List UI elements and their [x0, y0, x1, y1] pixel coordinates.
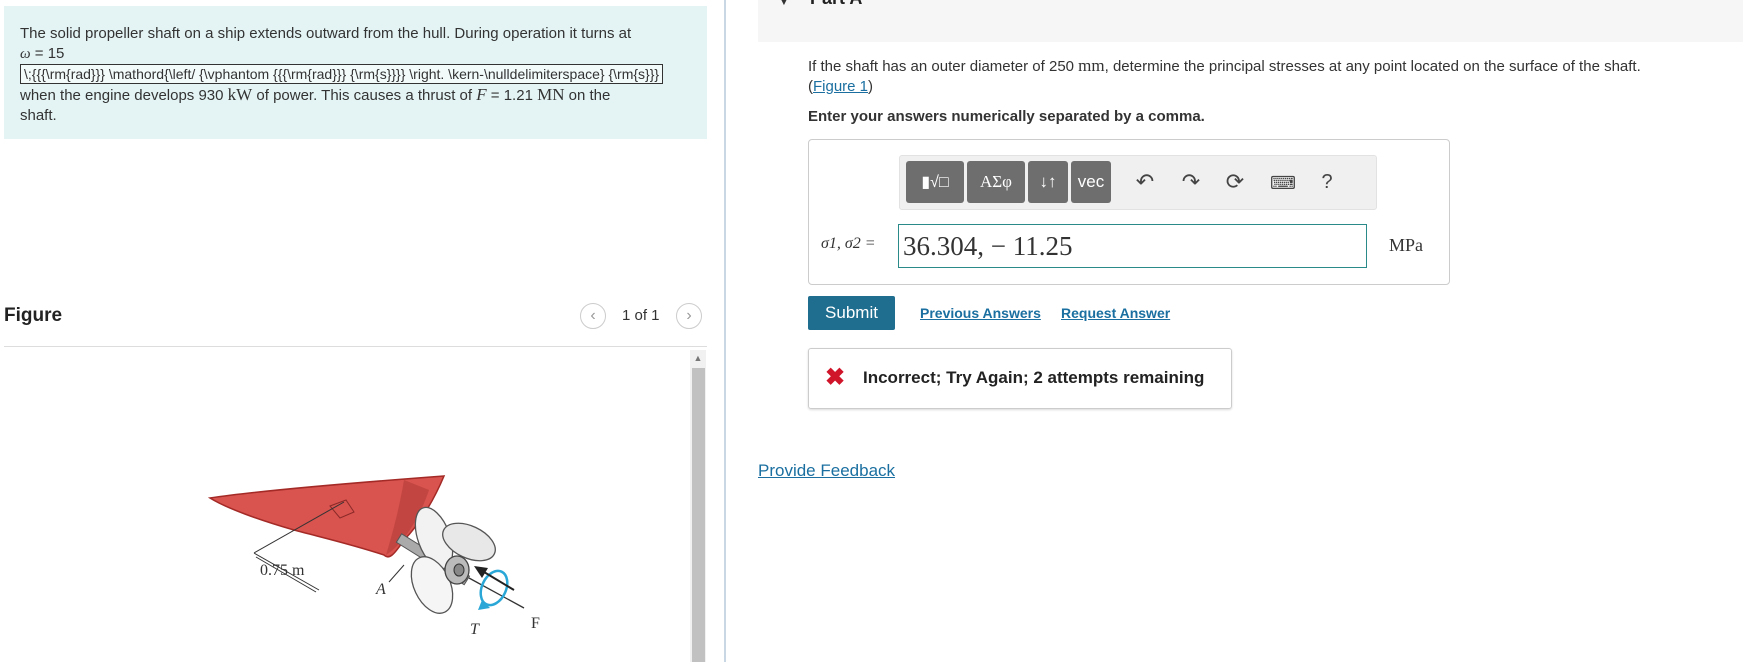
scroll-thumb[interactable]: [692, 368, 705, 662]
question-unit: mm: [1078, 56, 1105, 75]
reset-icon: ⟳: [1225, 169, 1245, 194]
figure-divider: [4, 346, 707, 347]
problem-line-latex: \;{{{\rm{rad}}} \mathord{\left/ {\vphant…: [20, 64, 691, 85]
keyboard-button[interactable]: ⌨: [1266, 164, 1300, 200]
symbols-button[interactable]: ΑΣφ: [967, 161, 1025, 203]
figure-image: 0.75 m A T F: [4, 350, 688, 662]
problem-line-3: when the engine develops 930 kW of power…: [20, 85, 611, 104]
submit-button[interactable]: Submit: [808, 296, 895, 330]
figure-pager-text: 1 of 1: [622, 307, 660, 324]
provide-feedback-link[interactable]: Provide Feedback: [758, 461, 895, 481]
undo-icon: ↶: [1135, 169, 1155, 194]
keyboard-icon: ⌨: [1270, 173, 1296, 193]
problem-line-4: shaft.: [20, 107, 57, 124]
problem-line-1: The solid propeller shaft on a ship exte…: [20, 25, 632, 42]
part-label: Part A: [810, 0, 862, 9]
pane-divider[interactable]: [724, 0, 726, 662]
subscript-superscript-button[interactable]: ↓↑: [1028, 161, 1068, 203]
instruction-text: Enter your answers numerically separated…: [808, 108, 1205, 125]
answer-input[interactable]: 36.304, − 11.25: [898, 224, 1367, 268]
force-arrow: [483, 571, 515, 591]
problem-statement: The solid propeller shaft on a ship exte…: [4, 6, 707, 139]
feedback-box: ✖ Incorrect; Try Again; 2 attempts remai…: [808, 348, 1232, 409]
reset-button[interactable]: ⟳: [1218, 164, 1252, 200]
redo-button[interactable]: ↷: [1174, 164, 1208, 200]
help-button[interactable]: ?: [1310, 164, 1344, 200]
scroll-up-icon[interactable]: ▲: [690, 350, 706, 366]
answer-label: σ1, σ2 =: [821, 235, 876, 252]
feedback-text: Incorrect; Try Again; 2 attempts remaini…: [863, 368, 1205, 387]
figure-scrollbar[interactable]: ▲: [690, 350, 706, 662]
previous-answers-link[interactable]: Previous Answers: [920, 305, 1041, 321]
previous-figure-button[interactable]: ‹: [580, 303, 606, 329]
point-a-leader: [388, 564, 405, 583]
undo-button[interactable]: ↶: [1128, 164, 1162, 200]
chevron-down-icon[interactable]: ▼: [778, 0, 790, 8]
part-header[interactable]: ▼ Part A: [758, 0, 1743, 42]
propeller-hub-cap: [453, 563, 465, 577]
torque-label: T: [470, 621, 480, 638]
figure-link[interactable]: Figure 1: [813, 78, 868, 95]
math-toolbar: ▮√□ ΑΣφ ↓↑ vec ↶ ↷ ⟳ ⌨ ?: [899, 155, 1377, 210]
power-unit: kW: [227, 85, 253, 104]
figure-title: Figure: [4, 305, 63, 326]
force-symbol: F: [476, 85, 487, 104]
omega-symbol: ω: [20, 46, 31, 62]
propeller-shaft-diagram: 0.75 m A T F: [207, 475, 540, 638]
vector-button[interactable]: vec: [1071, 161, 1111, 203]
problem-line-2: ω = 15: [20, 44, 691, 64]
figure-header: Figure ‹ 1 of 1 ›: [4, 303, 707, 345]
next-figure-button[interactable]: ›: [676, 303, 702, 329]
answer-unit: MPa: [1389, 235, 1424, 255]
redo-icon: ↷: [1181, 169, 1201, 194]
templates-icon: ▮√□: [921, 174, 949, 191]
force-label: F: [531, 615, 540, 632]
templates-button[interactable]: ▮√□: [906, 161, 964, 203]
request-answer-link[interactable]: Request Answer: [1061, 305, 1170, 321]
x-mark-icon: ✖: [825, 364, 846, 391]
chevron-left-icon: ‹: [590, 307, 596, 324]
point-a-label: A: [375, 581, 386, 598]
chevron-right-icon: ›: [686, 307, 692, 324]
force-unit: MN: [537, 85, 565, 104]
omega-value: = 15: [30, 45, 65, 62]
answer-box: ▮√□ ΑΣφ ↓↑ vec ↶ ↷ ⟳ ⌨ ? σ1, σ2 = 36.304…: [808, 139, 1450, 285]
question-text: If the shaft has an outer diameter of 25…: [808, 56, 1641, 95]
latex-error-box: \;{{{\rm{rad}}} \mathord{\left/ {\vphant…: [20, 64, 664, 84]
dimension-label: 0.75 m: [260, 562, 305, 579]
